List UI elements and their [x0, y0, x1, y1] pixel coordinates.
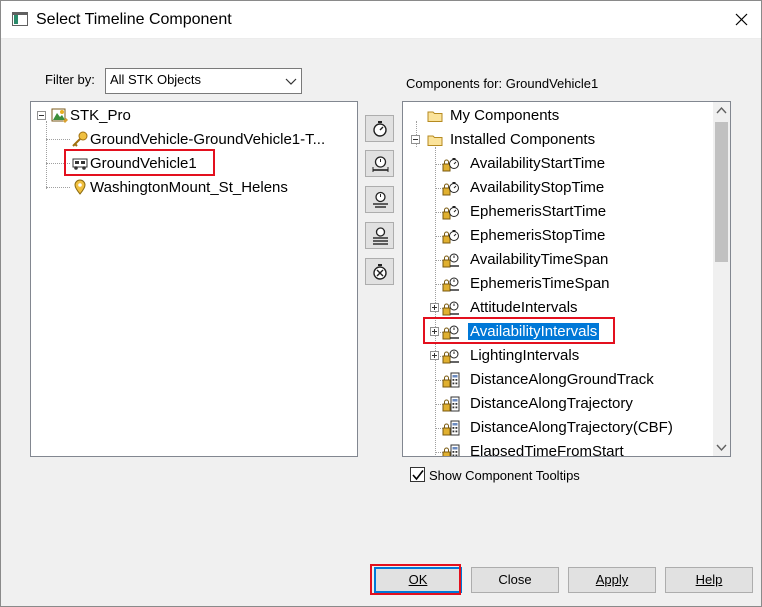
components-for-label: Components for: GroundVehicle1: [406, 76, 599, 91]
scroll-down-arrow-icon[interactable]: [716, 444, 727, 452]
component-item[interactable]: ElapsedTimeFromStart: [403, 441, 713, 457]
stopwatch-icon: [373, 121, 387, 137]
apply-button[interactable]: Apply: [568, 567, 656, 593]
component-item-label: AttitudeIntervals: [470, 299, 578, 316]
folder-icon: [427, 111, 443, 122]
time-instant-icon: [442, 230, 459, 244]
interval-list-tool-button[interactable]: [365, 186, 394, 213]
interval-icon: [372, 156, 389, 172]
component-item-label: DistanceAlongTrajectory: [470, 395, 633, 412]
filter-selected-value: All STK Objects: [110, 72, 202, 87]
time-instant-tool-button[interactable]: [365, 115, 394, 142]
component-item-label: AvailabilityTimeSpan: [470, 251, 609, 268]
interval-collection-icon: [373, 227, 388, 245]
tree-item-label: GroundVehicle-GroundVehicle1-T...: [90, 131, 326, 148]
component-item[interactable]: DistanceAlongTrajectory(CBF): [403, 417, 713, 439]
close-button-label: Close: [498, 572, 532, 587]
component-item[interactable]: AvailabilityTimeSpan: [403, 249, 713, 271]
chevron-down-icon: [285, 78, 297, 85]
title-bar: Select Timeline Component: [1, 1, 761, 39]
component-item-label: DistanceAlongGroundTrack: [470, 371, 654, 388]
expand-toggle-icon[interactable]: [430, 351, 439, 360]
checkmark-icon: [412, 470, 424, 481]
calc-icon: [442, 396, 460, 412]
time-span-icon: [442, 301, 459, 316]
time-instant-icon: [442, 182, 459, 196]
calc-icon: [442, 372, 460, 388]
component-item-label: My Components: [450, 107, 560, 124]
help-button[interactable]: Help: [665, 567, 753, 593]
place-pin-icon: [74, 179, 86, 195]
tree-item-stk-pro[interactable]: STK_Pro: [31, 105, 351, 127]
show-tooltips-label: Show Component Tooltips: [429, 468, 580, 483]
component-item-label: Installed Components: [450, 131, 596, 148]
window-title: Select Timeline Component: [36, 11, 232, 28]
stopwatch-calc-icon: [373, 264, 387, 280]
time-span-icon: [442, 253, 459, 268]
tree-item-place[interactable]: WashingtonMount_St_Helens: [31, 177, 351, 199]
component-item-label: AvailabilityStopTime: [470, 179, 605, 196]
component-item[interactable]: DistanceAlongTrajectory: [403, 393, 713, 415]
scroll-thumb[interactable]: [715, 122, 728, 262]
component-item[interactable]: EphemerisStopTime: [403, 225, 713, 247]
component-item-label: EphemerisTimeSpan: [470, 275, 610, 292]
help-button-label: Help: [695, 572, 723, 587]
close-button[interactable]: Close: [471, 567, 559, 593]
filter-label: Filter by:: [45, 72, 95, 87]
component-item[interactable]: My Components: [403, 105, 713, 127]
show-tooltips-checkbox[interactable]: [410, 467, 425, 482]
component-item[interactable]: EphemerisStartTime: [403, 201, 713, 223]
expand-toggle-icon[interactable]: [430, 303, 439, 312]
scenario-icon: [51, 108, 68, 123]
scroll-up-arrow-icon[interactable]: [716, 106, 727, 114]
time-span-icon: [442, 349, 459, 364]
component-item-label: ElapsedTimeFromStart: [470, 443, 624, 457]
collapse-toggle-icon[interactable]: [411, 135, 420, 144]
time-instant-icon: [442, 158, 459, 172]
calc-icon: [442, 444, 460, 456]
time-instant-icon: [442, 206, 459, 220]
time-span-icon: [442, 277, 459, 292]
component-item-label: EphemerisStartTime: [470, 203, 607, 220]
availabilityintervals-highlight-box: [423, 317, 615, 344]
calculation-tool-button[interactable]: [365, 258, 394, 285]
close-window-button[interactable]: [727, 6, 755, 34]
interval-tool-button[interactable]: [365, 150, 394, 177]
component-item[interactable]: AvailabilityStartTime: [403, 153, 713, 175]
folder-icon: [427, 135, 443, 146]
collapse-toggle-icon[interactable]: [37, 111, 46, 120]
interval-list-icon: [373, 191, 388, 208]
tree-item-label: WashingtonMount_St_Helens: [90, 179, 288, 196]
apply-button-label: Apply: [595, 572, 629, 587]
component-item[interactable]: LightingIntervals: [403, 345, 713, 367]
interval-collection-tool-button[interactable]: [365, 222, 394, 249]
dialog-window: Select Timeline Component Filter by: All…: [0, 0, 762, 607]
tree-item-label: STK_Pro: [70, 107, 131, 124]
component-item[interactable]: EphemerisTimeSpan: [403, 273, 713, 295]
component-item[interactable]: AvailabilityStopTime: [403, 177, 713, 199]
access-key-icon: [72, 131, 88, 147]
tree-item-access[interactable]: GroundVehicle-GroundVehicle1-T...: [31, 129, 351, 151]
component-item[interactable]: DistanceAlongGroundTrack: [403, 369, 713, 391]
close-icon: [735, 13, 748, 26]
component-item[interactable]: AttitudeIntervals: [403, 297, 713, 319]
components-scrollbar[interactable]: [713, 102, 730, 456]
app-window-icon: [12, 12, 28, 26]
component-item-label: LightingIntervals: [470, 347, 580, 364]
component-item[interactable]: Installed Components: [403, 129, 713, 151]
component-item-label: DistanceAlongTrajectory(CBF): [470, 419, 673, 436]
ok-highlight-box: [370, 564, 461, 595]
components-tree-panel[interactable]: My Components Installed Components Availab…: [402, 101, 731, 457]
component-item-label: EphemerisStopTime: [470, 227, 606, 244]
component-item-label: AvailabilityStartTime: [470, 155, 606, 172]
filter-dropdown[interactable]: All STK Objects: [105, 68, 302, 94]
calc-icon: [442, 420, 460, 436]
groundvehicle1-highlight-box: [64, 149, 215, 176]
